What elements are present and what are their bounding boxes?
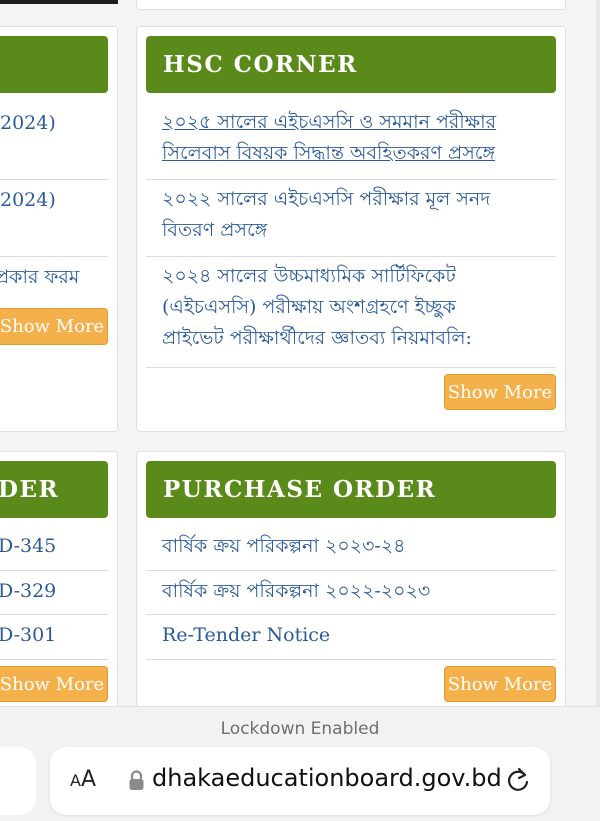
- hsc-item-1-line-1: ২০২৫ সালের এইচএসসি ও সমমান পরীক্ষার: [162, 111, 497, 133]
- left-bottom-show-more-button[interactable]: Show More: [0, 666, 108, 702]
- url-text[interactable]: dhakaeducationboard.gov.bd: [152, 764, 502, 792]
- hsc-item-3-line-2: (এইচএসসি) পরীক্ষায় অংশগ্রহণে ইচ্ছুক: [162, 296, 456, 318]
- purchase-item-1[interactable]: বার্ষিক ক্রয় পরিকল্পনা ২০২৩-২৪: [162, 531, 406, 562]
- purchase-show-more-button[interactable]: Show More: [444, 666, 556, 702]
- aa-large-letter: A: [80, 767, 97, 792]
- aa-small-letter: A: [70, 771, 81, 790]
- reader-text-size-button[interactable]: AA: [70, 767, 96, 792]
- lockdown-status: Lockdown Enabled: [220, 719, 380, 739]
- top-dark-strip: [0, 0, 118, 4]
- left-bottom-item-1[interactable]: D-345: [0, 531, 56, 562]
- hsc-item-1-line-2: সিলেবাস বিষয়ক সিদ্ধান্ত অবহিতকরণ প্রসঙ্…: [162, 142, 495, 164]
- page-scrollbar-track: [596, 0, 600, 706]
- hsc-item-3-line-3: প্রাইভেট পরীক্ষার্থীদের জ্ঞাতব্য নিয়মাব…: [162, 327, 472, 349]
- divider: [146, 570, 556, 571]
- hsc-item-2-line-2: বিতরণ প্রসঙ্গে: [162, 219, 268, 241]
- left-bottom-item-3[interactable]: D-301: [0, 620, 56, 651]
- purchase-item-3[interactable]: Re-Tender Notice: [162, 620, 330, 651]
- divider: [146, 367, 556, 368]
- left-top-item-2[interactable]: 2024): [0, 185, 56, 216]
- hsc-item-2-line-1: ২০২২ সালের এইচএসসি পরীক্ষার মূল সনদ: [162, 188, 491, 210]
- divider: [146, 659, 556, 660]
- address-bar[interactable]: AA dhakaeducationboard.gov.bd: [50, 747, 550, 815]
- left-top-card-header: [0, 36, 108, 93]
- hsc-corner-header: HSC CORNER: [146, 36, 556, 93]
- purchase-order-header: PURCHASE ORDER: [146, 461, 556, 518]
- lock-icon: [129, 770, 144, 790]
- browser-bottom-bar: Lockdown Enabled AA dhakaeducationboard.…: [0, 706, 600, 821]
- left-top-item-1[interactable]: 2024): [0, 108, 56, 139]
- divider: [0, 659, 108, 660]
- previous-tab-pill[interactable]: [0, 747, 36, 815]
- divider: [146, 256, 556, 257]
- reload-icon[interactable]: [504, 766, 532, 794]
- hsc-item-2[interactable]: ২০২২ সালের এইচএসসি পরীক্ষার মূল সনদ বিতর…: [162, 184, 490, 246]
- web-page: 2024) 2024) প্রকার ফরম Show More HSC COR…: [0, 0, 600, 706]
- hsc-show-more-button[interactable]: Show More: [444, 374, 556, 410]
- divider: [146, 614, 556, 615]
- left-bottom-item-2[interactable]: D-329: [0, 576, 56, 607]
- left-top-show-more-button[interactable]: Show More: [0, 308, 108, 345]
- divider: [0, 256, 108, 257]
- hsc-item-3[interactable]: ২০২৪ সালের উচ্চমাধ্যমিক সার্টিফিকেট (এইচ…: [162, 261, 472, 354]
- hsc-item-3-line-1: ২০২৪ সালের উচ্চমাধ্যমিক সার্টিফিকেট: [162, 265, 456, 287]
- divider: [0, 179, 108, 180]
- previous-card-bottom: [136, 0, 566, 10]
- purchase-item-2[interactable]: বার্ষিক ক্রয় পরিকল্পনা ২০২২-২০২৩: [162, 576, 430, 607]
- left-bottom-card-header: DER: [0, 461, 108, 518]
- divider: [146, 179, 556, 180]
- divider: [0, 570, 108, 571]
- hsc-item-1[interactable]: ২০২৫ সালের এইচএসসি ও সমমান পরীক্ষার সিলে…: [162, 107, 496, 169]
- divider: [0, 614, 108, 615]
- left-top-item-3[interactable]: প্রকার ফরম: [0, 262, 79, 293]
